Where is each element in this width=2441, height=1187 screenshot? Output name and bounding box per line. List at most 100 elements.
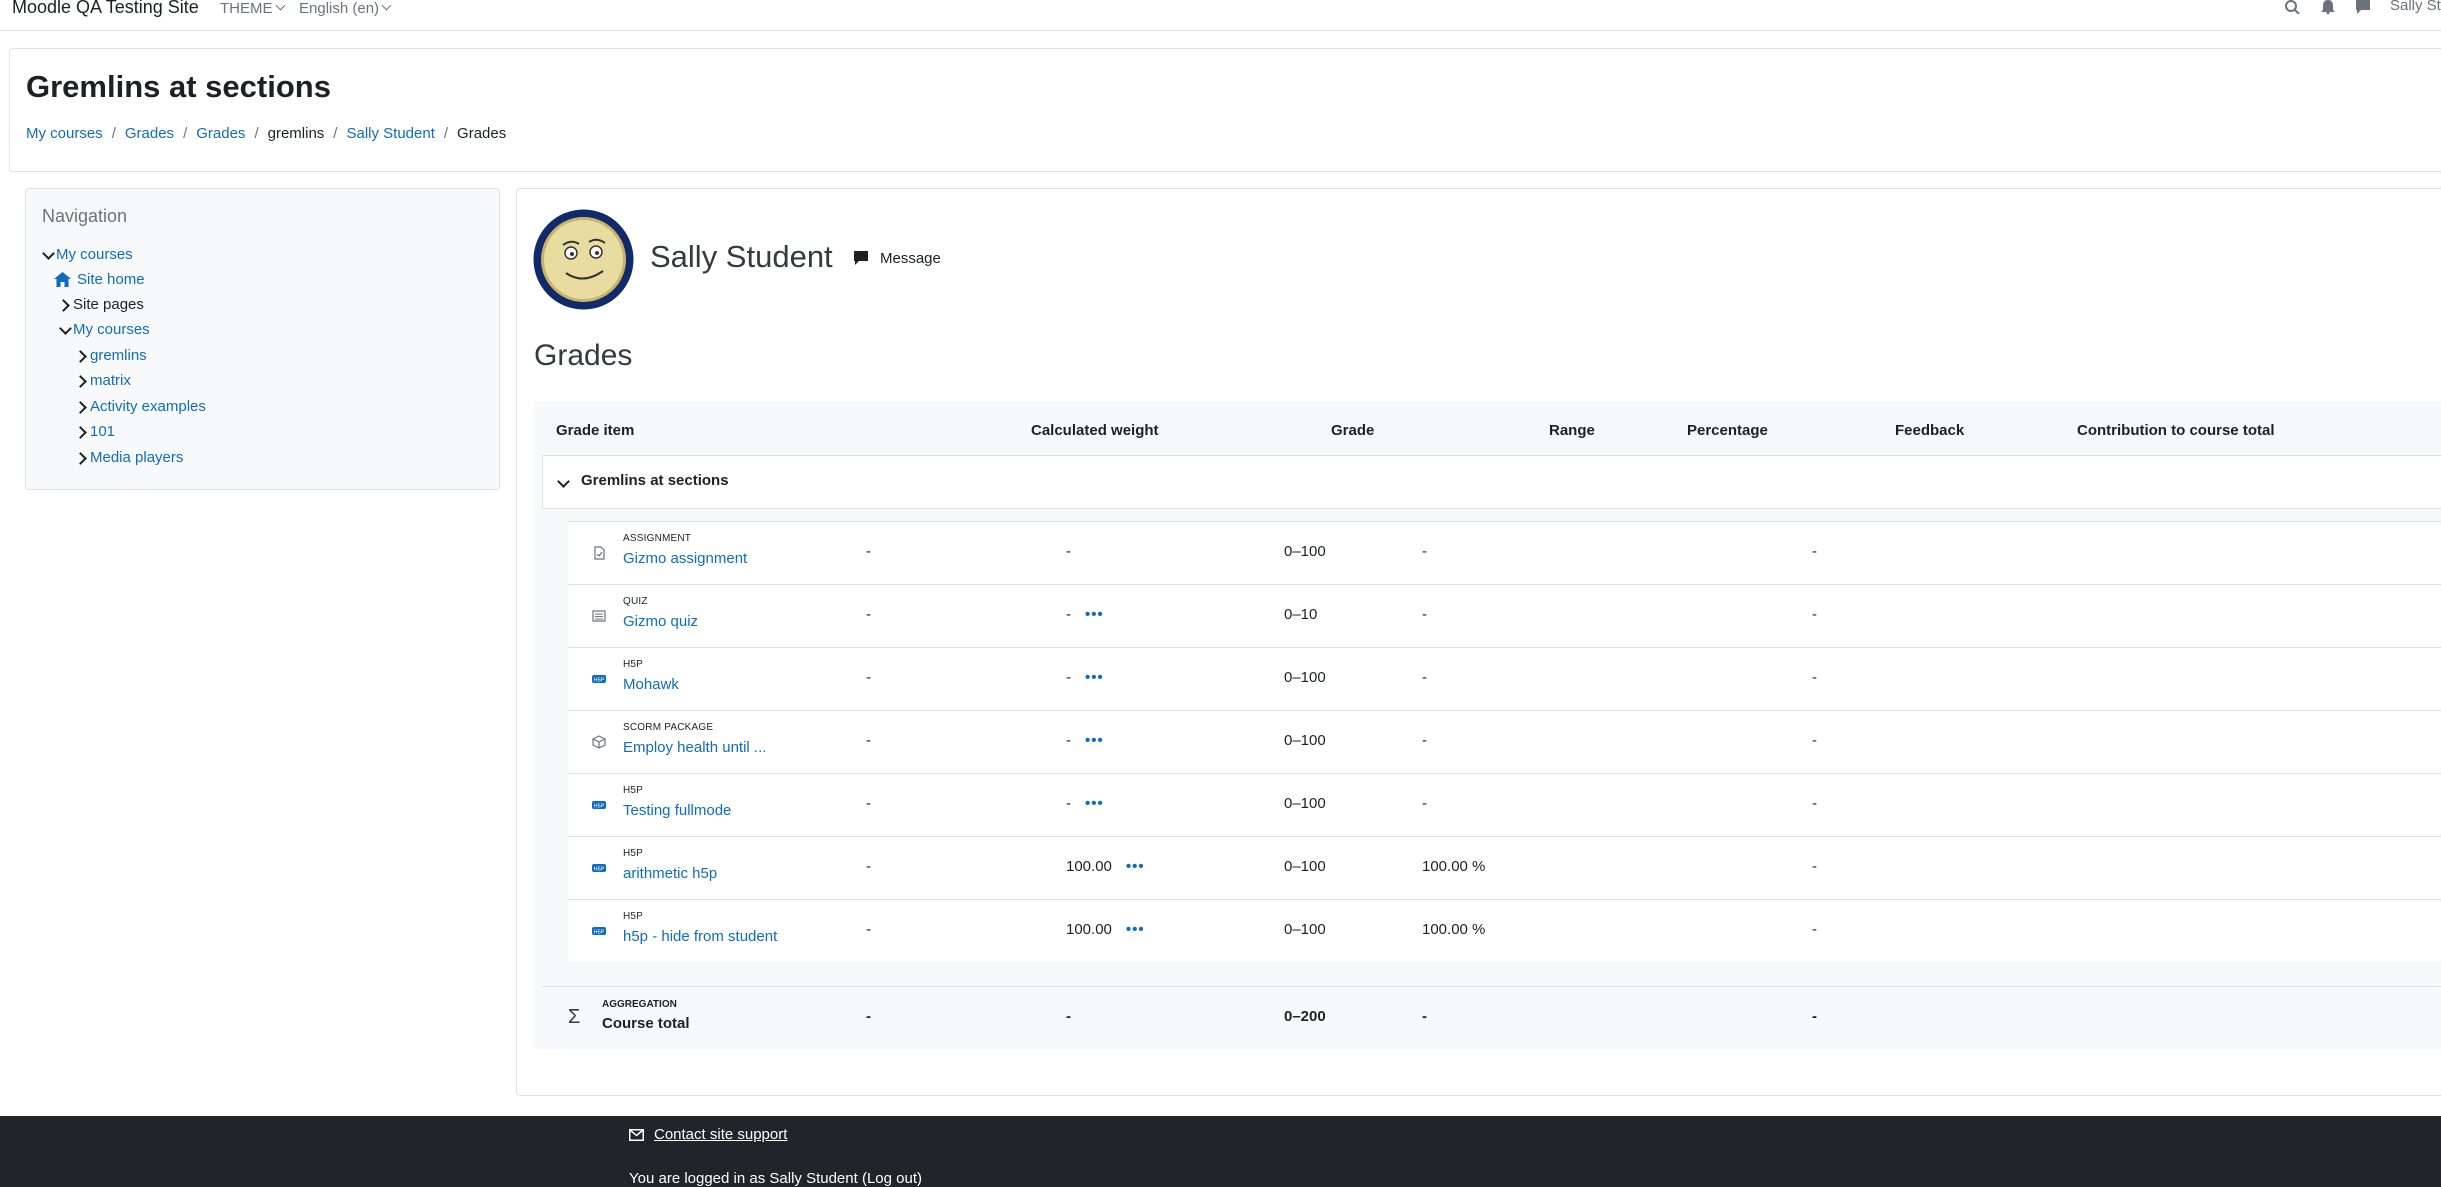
column-header-contribution: Contribution to course total: [2077, 422, 2275, 439]
grade-item-link[interactable]: h5p - hide from student: [623, 928, 777, 945]
item-type: H5P: [623, 659, 644, 670]
category-name: Gremlins at sections: [581, 472, 729, 489]
grades-heading: Grades: [534, 339, 633, 372]
breadcrumb: My courses / Grades / Grades / gremlins …: [26, 125, 506, 142]
message-button[interactable]: Message: [853, 250, 941, 267]
nav-item-label[interactable]: matrix: [90, 372, 131, 389]
breadcrumb-my-courses[interactable]: My courses: [26, 125, 103, 142]
grade-value: -: [1066, 732, 1071, 749]
range-cell: 0–10: [1284, 606, 1318, 623]
nav-item-label[interactable]: Activity examples: [90, 398, 206, 415]
column-header-grade: Grade: [1331, 422, 1375, 439]
item-type: AGGREGATION: [602, 999, 677, 1010]
nav-item-my-courses[interactable]: My courses: [59, 321, 150, 338]
course-total-row: Σ AGGREGATION Course total - - 0–200 - -: [542, 986, 2441, 1049]
search-icon[interactable]: [2284, 0, 2302, 14]
grade-item-link[interactable]: Gizmo assignment: [623, 550, 747, 567]
percentage-cell: -: [1422, 543, 1427, 560]
sigma-icon: Σ: [568, 1006, 581, 1028]
h5p-icon: H5P: [592, 927, 606, 936]
weight-cell: -: [866, 543, 871, 560]
nav-item-label[interactable]: Media players: [90, 449, 183, 466]
weight-cell: -: [866, 1008, 871, 1025]
table-row: H5P H5P Testing fullmode - - ••• 0–100 - …: [568, 773, 2441, 836]
theme-menu[interactable]: THEME: [220, 0, 285, 17]
svg-text:H5P: H5P: [594, 930, 605, 936]
grade-item-link[interactable]: Mohawk: [623, 676, 679, 693]
table-row: QUIZ Gizmo quiz - - ••• 0–10 - -: [568, 584, 2441, 647]
chevron-right-icon: [59, 298, 71, 312]
actions-menu-icon[interactable]: •••: [1085, 795, 1104, 812]
chevron-down-icon: [59, 323, 71, 337]
actions-menu-icon[interactable]: •••: [1085, 669, 1104, 686]
table-row: ASSIGNMENT Gizmo assignment - - 0–100 - …: [568, 521, 2441, 584]
actions-menu-icon[interactable]: •••: [1085, 732, 1104, 749]
breadcrumb-grades[interactable]: Grades: [125, 125, 174, 142]
message-button-label: Message: [880, 250, 941, 267]
site-brand[interactable]: Moodle QA Testing Site: [12, 0, 199, 18]
profile-name: Sally Student: [650, 239, 833, 274]
h5p-icon: H5P: [592, 801, 606, 810]
page-footer: Contact site support You are logged in a…: [0, 1116, 2441, 1187]
contribution-cell: -: [1812, 858, 1817, 875]
breadcrumb-sally-student[interactable]: Sally Student: [346, 125, 434, 142]
column-header-grade-item: Grade item: [556, 422, 635, 439]
nav-item-site-pages[interactable]: Site pages: [59, 296, 144, 313]
contact-support-link[interactable]: Contact site support: [629, 1126, 787, 1143]
grade-cell: -: [1066, 543, 1071, 560]
chevron-right-icon: [76, 374, 88, 388]
nav-item-gremlins[interactable]: gremlins: [76, 347, 147, 364]
breadcrumb-grades-2[interactable]: Grades: [196, 125, 245, 142]
chat-icon[interactable]: [2354, 0, 2372, 14]
h5p-icon: H5P: [592, 675, 606, 684]
nav-item-label[interactable]: My courses: [73, 321, 150, 338]
percentage-cell: 100.00 %: [1422, 921, 1486, 938]
nav-item-matrix[interactable]: matrix: [76, 372, 131, 389]
nav-item-activity-examples[interactable]: Activity examples: [76, 398, 206, 415]
actions-menu-icon[interactable]: •••: [1126, 858, 1145, 875]
table-row: H5P H5P arithmetic h5p - 100.00 ••• 0–100…: [568, 836, 2441, 899]
chevron-right-icon: [76, 349, 88, 363]
range-cell: 0–200: [1284, 1008, 1326, 1025]
home-icon: [54, 272, 71, 287]
collapse-chevron-icon[interactable]: [557, 476, 569, 490]
percentage-cell: 100.00 %: [1422, 858, 1486, 875]
breadcrumb-separator: /: [443, 125, 449, 142]
navigation-block: Navigation My courses Site home Site pag…: [25, 188, 500, 490]
table-row: SCORM PACKAGE Employ health until ... - …: [568, 710, 2441, 773]
nav-item-label[interactable]: gremlins: [90, 347, 147, 364]
language-menu[interactable]: English (en): [299, 0, 392, 17]
range-cell: 0–100: [1284, 795, 1326, 812]
grade-item-link[interactable]: Testing fullmode: [623, 802, 731, 819]
avatar[interactable]: [533, 209, 634, 310]
nav-item-label[interactable]: Site home: [77, 271, 145, 288]
grade-item-link[interactable]: Employ health until ...: [623, 739, 766, 756]
grade-value: -: [1066, 543, 1071, 560]
nav-item-label[interactable]: My courses: [56, 246, 133, 263]
user-menu[interactable]: Sally St: [2390, 0, 2441, 14]
actions-menu-icon[interactable]: •••: [1126, 921, 1145, 938]
nav-item-my-courses-root[interactable]: My courses: [42, 246, 133, 263]
grade-value: -: [1066, 795, 1071, 812]
nav-item-label[interactable]: 101: [90, 423, 115, 440]
category-row[interactable]: Gremlins at sections: [542, 455, 2441, 509]
column-header-range: Range: [1549, 422, 1595, 439]
grade-value: -: [1066, 606, 1071, 623]
grade-item-link[interactable]: Gizmo quiz: [623, 613, 698, 630]
item-type: ASSIGNMENT: [623, 533, 692, 544]
nav-item-media-players[interactable]: Media players: [76, 449, 183, 466]
theme-menu-label: THEME: [220, 0, 273, 17]
nav-item-101[interactable]: 101: [76, 423, 115, 440]
weight-cell: -: [866, 858, 871, 875]
nav-item-site-home[interactable]: Site home: [54, 271, 145, 288]
grade-item-link[interactable]: arithmetic h5p: [623, 865, 717, 882]
percentage-cell: -: [1422, 1008, 1427, 1025]
percentage-cell: -: [1422, 669, 1427, 686]
actions-menu-icon[interactable]: •••: [1085, 606, 1104, 623]
message-icon: [854, 251, 868, 265]
grade-cell: - •••: [1066, 606, 1104, 623]
range-cell: 0–100: [1284, 858, 1326, 875]
top-navbar: Moodle QA Testing Site THEME English (en…: [0, 0, 2441, 31]
breadcrumb-current-grades: Grades: [457, 125, 507, 142]
bell-icon[interactable]: [2319, 0, 2337, 14]
